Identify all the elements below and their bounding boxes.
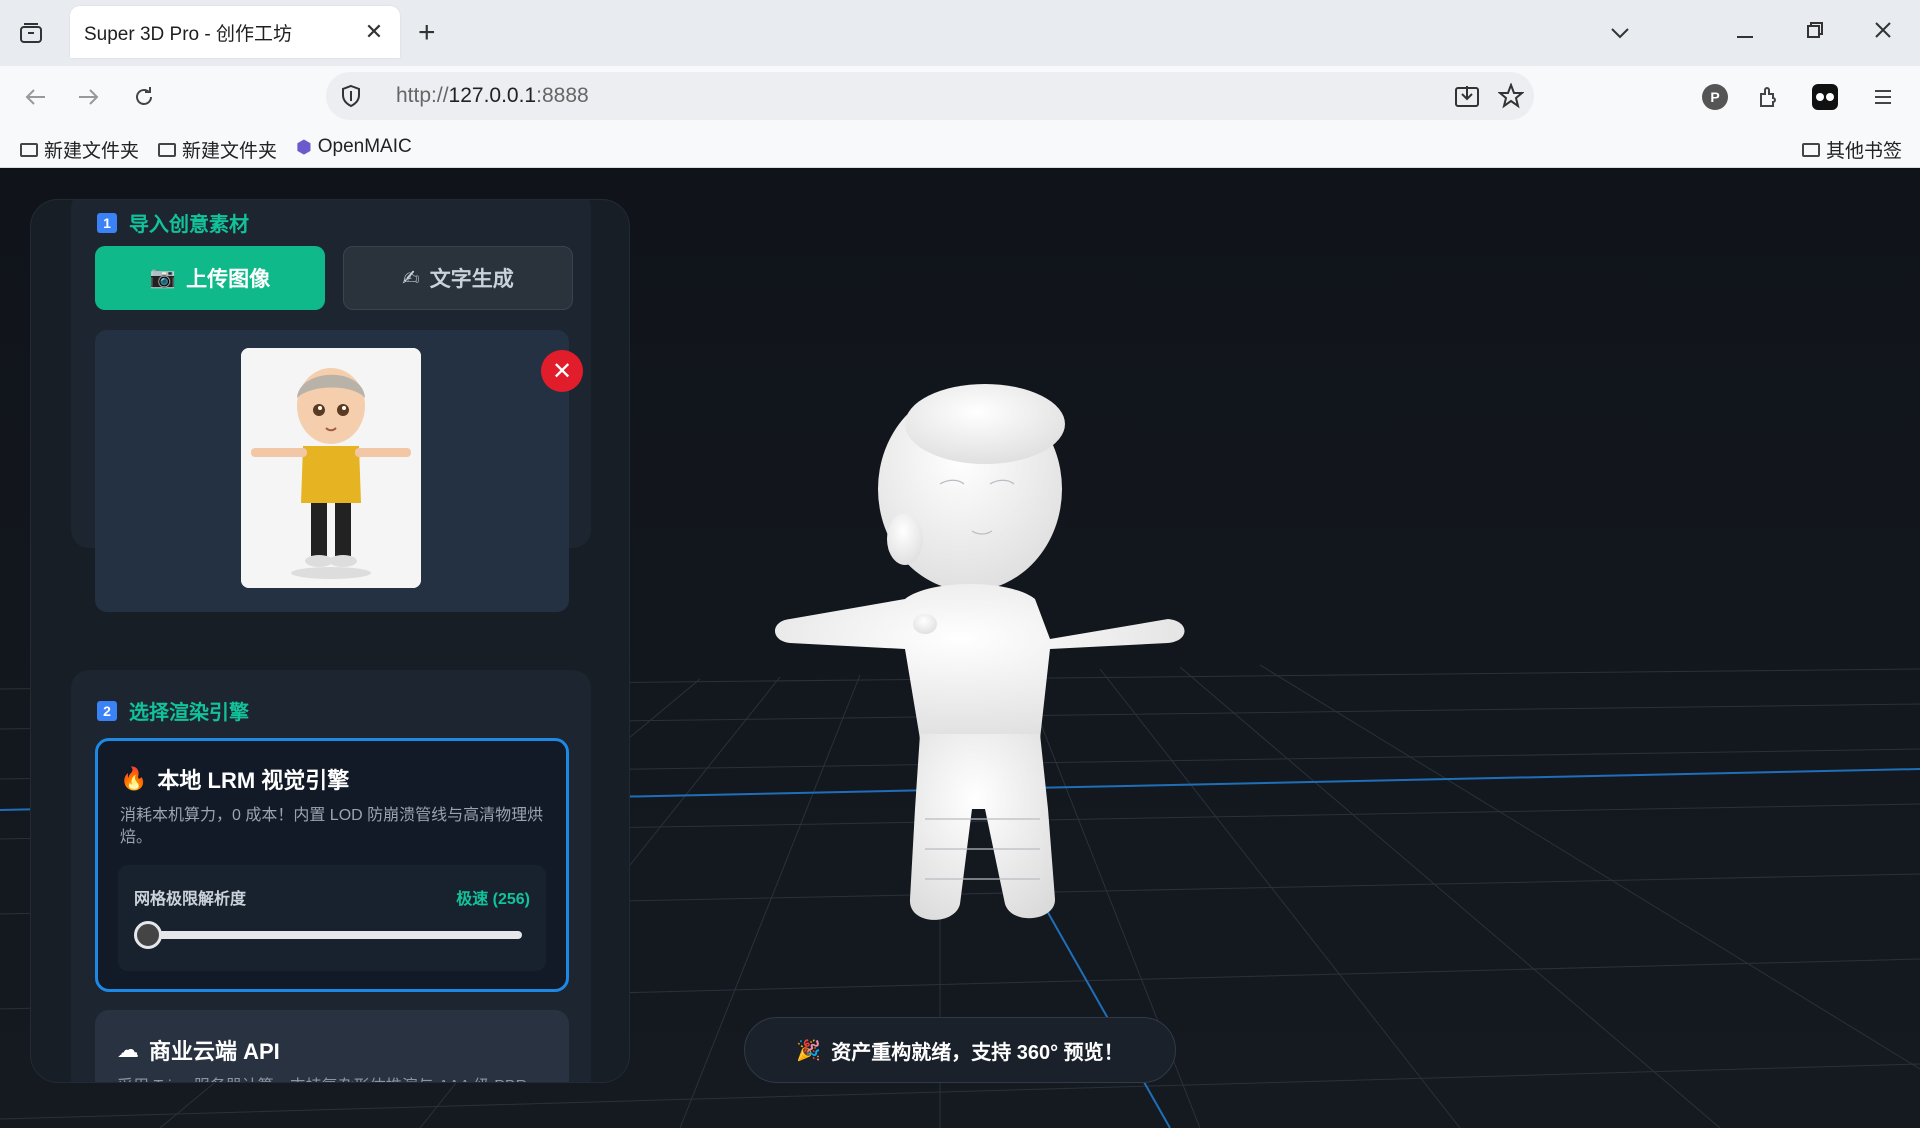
tab-bar: Super 3D Pro - 创作工坊 ✕ + bbox=[0, 0, 1920, 66]
bookmark-label: 新建文件夹 bbox=[44, 141, 140, 162]
restore-icon[interactable] bbox=[1806, 14, 1824, 50]
download-page-icon[interactable] bbox=[1454, 84, 1480, 113]
status-toast: 🎉 资产重构就绪，支持 360° 预览！ bbox=[744, 1017, 1176, 1083]
resolution-slider-thumb[interactable] bbox=[134, 921, 162, 949]
bookmark-label: OpenMAIC bbox=[317, 136, 412, 157]
fire-icon: 🔥 bbox=[120, 766, 148, 791]
tab-list-icon[interactable] bbox=[14, 16, 48, 50]
close-tab-icon[interactable]: ✕ bbox=[362, 19, 386, 45]
local-engine-option[interactable]: 🔥 本地 LRM 视觉引擎 消耗本机算力，0 成本！内置 LOD 防崩溃管线与高… bbox=[95, 738, 569, 992]
folder-icon bbox=[158, 142, 176, 157]
resolution-slider-track[interactable] bbox=[142, 931, 522, 939]
upload-image-button[interactable]: 📷 上传图像 bbox=[95, 246, 325, 310]
app-page: 1 导入创意素材 📷 上传图像 ✍ 文字生成 ✕ 2 选择渲染引擎 🔥 本地 L… bbox=[0, 169, 1920, 1128]
extension-app-icon[interactable] bbox=[1808, 80, 1842, 114]
step-number-badge: 2 bbox=[97, 700, 117, 721]
camera-icon: 📷 bbox=[149, 266, 177, 289]
writing-hand-icon: ✍ bbox=[402, 266, 420, 290]
close-window-icon[interactable] bbox=[1874, 14, 1892, 50]
bookmarks-bar: 新建文件夹 新建文件夹 ⬢ OpenMAIC 其他书签 bbox=[0, 128, 1920, 168]
step-number-badge: 1 bbox=[97, 212, 117, 233]
bookmark-folder-1[interactable]: 新建文件夹 bbox=[20, 136, 139, 163]
new-tab-icon[interactable]: + bbox=[418, 16, 436, 50]
folder-icon bbox=[1802, 142, 1820, 157]
bookmark-label: 新建文件夹 bbox=[182, 141, 278, 162]
party-icon: 🎉 bbox=[796, 1039, 822, 1062]
control-panel: 1 导入创意素材 📷 上传图像 ✍ 文字生成 ✕ 2 选择渲染引擎 🔥 本地 L… bbox=[30, 199, 630, 1083]
section-title-import: 1 导入创意素材 bbox=[97, 208, 249, 237]
folder-icon bbox=[20, 142, 38, 157]
chevron-down-icon[interactable] bbox=[1610, 14, 1630, 50]
upload-image-label: 上传图像 bbox=[186, 268, 271, 291]
bookmark-openmaic[interactable]: ⬢ OpenMAIC bbox=[296, 136, 412, 158]
cloud-engine-title: ☁ 商业云端 API bbox=[117, 1037, 280, 1064]
resolution-control: 网格极限解析度 极速 (256) bbox=[118, 865, 546, 971]
bookmark-star-icon[interactable] bbox=[1497, 82, 1525, 114]
image-preview-area bbox=[95, 330, 569, 612]
forward-icon[interactable] bbox=[72, 80, 106, 114]
local-engine-title: 🔥 本地 LRM 视觉引擎 bbox=[120, 766, 350, 793]
cloud-engine-option[interactable]: ☁ 商业云端 API 采用 Tripo 服务器计算，支持复杂形体推演与 AAA … bbox=[95, 1010, 569, 1082]
browser-tab-active[interactable]: Super 3D Pro - 创作工坊 ✕ bbox=[70, 6, 400, 58]
import-section: 1 导入创意素材 📷 上传图像 ✍ 文字生成 bbox=[71, 200, 591, 612]
back-icon[interactable] bbox=[18, 80, 52, 114]
extensions-icon[interactable] bbox=[1752, 80, 1786, 114]
text-generate-label: 文字生成 bbox=[429, 268, 514, 291]
cloud-engine-description: 采用 Tripo 服务器计算，支持复杂形体推演与 AAA 级 PBR bbox=[117, 1072, 527, 1082]
cloud-icon: ☁ bbox=[117, 1037, 139, 1062]
other-bookmarks-label: 其他书签 bbox=[1826, 141, 1903, 162]
profile-initial: P bbox=[1702, 84, 1728, 110]
resolution-value: 极速 (256) bbox=[456, 891, 530, 908]
character-image bbox=[241, 348, 421, 588]
shield-icon[interactable] bbox=[340, 84, 362, 113]
engine-section: 2 选择渲染引擎 🔥 本地 LRM 视觉引擎 消耗本机算力，0 成本！内置 LO… bbox=[71, 670, 591, 1082]
address-bar[interactable]: http://127.0.0.1:8888 bbox=[326, 72, 1534, 120]
menu-icon[interactable] bbox=[1866, 80, 1900, 114]
section-title-engine: 2 选择渲染引擎 bbox=[97, 696, 249, 725]
uploaded-image-thumbnail bbox=[241, 348, 421, 588]
cube-icon: ⬢ bbox=[296, 136, 312, 157]
section-title-text: 导入创意素材 bbox=[129, 214, 249, 236]
tab-title: Super 3D Pro - 创作工坊 bbox=[84, 23, 292, 45]
resolution-label: 网格极限解析度 bbox=[134, 891, 247, 908]
text-generate-button[interactable]: ✍ 文字生成 bbox=[343, 246, 573, 310]
status-message: 资产重构就绪，支持 360° 预览！ bbox=[831, 1041, 1124, 1064]
url-text: http://127.0.0.1:8888 bbox=[396, 84, 589, 107]
minimize-icon[interactable] bbox=[1736, 14, 1754, 50]
remove-image-button[interactable]: ✕ bbox=[541, 350, 583, 392]
other-bookmarks[interactable]: 其他书签 bbox=[1802, 136, 1902, 163]
reload-icon[interactable] bbox=[127, 80, 161, 114]
bookmark-folder-2[interactable]: 新建文件夹 bbox=[158, 136, 277, 163]
local-engine-description: 消耗本机算力，0 成本！内置 LOD 防崩溃管线与高清物理烘焙。 bbox=[120, 807, 544, 846]
profile-avatar[interactable]: P bbox=[1698, 80, 1732, 114]
section-title-text: 选择渲染引擎 bbox=[129, 702, 249, 724]
